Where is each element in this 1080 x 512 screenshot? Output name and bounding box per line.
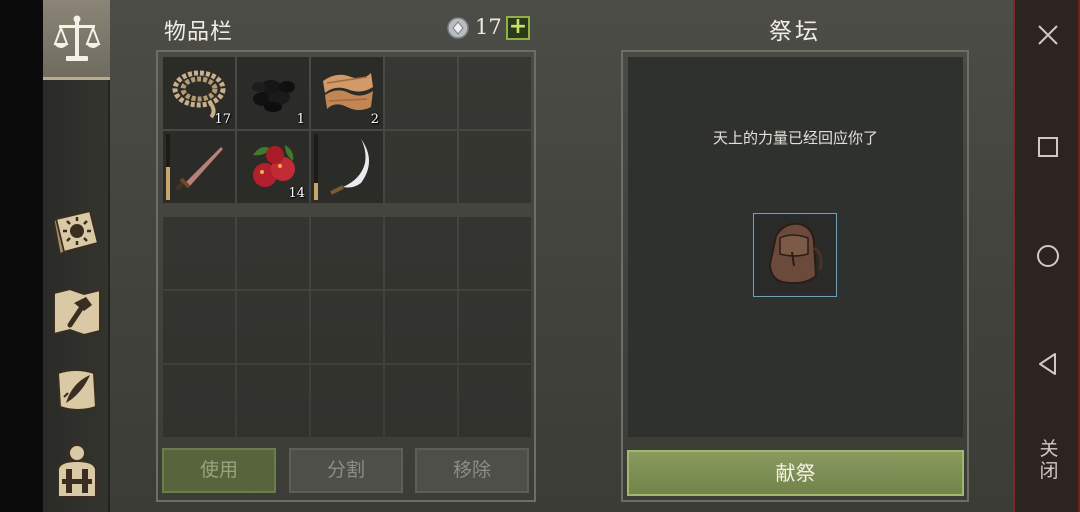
- inventory-slot-sickle[interactable]: [311, 131, 383, 203]
- inventory-grid: 17 1 2 14: [163, 57, 531, 437]
- inventory-slot-empty[interactable]: [459, 365, 531, 437]
- inventory-slot-empty[interactable]: [163, 365, 235, 437]
- back-icon[interactable]: [1035, 351, 1061, 377]
- item-quantity: 14: [288, 186, 305, 201]
- altar-title: 祭坛: [769, 19, 821, 45]
- split-button[interactable]: 分割: [289, 448, 403, 493]
- remove-button[interactable]: 移除: [415, 448, 529, 493]
- quill-scroll-icon[interactable]: [50, 363, 104, 417]
- backpack-icon: [768, 222, 823, 285]
- inventory-slot-empty[interactable]: [311, 217, 383, 289]
- inventory-slot-empty[interactable]: [237, 365, 309, 437]
- use-button[interactable]: 使用: [162, 448, 276, 493]
- inventory-slot-empty[interactable]: [385, 291, 457, 363]
- inventory-slot-empty[interactable]: [311, 291, 383, 363]
- cloth-icon: [323, 73, 373, 110]
- currency-count: 17: [475, 15, 502, 39]
- inventory-slot-empty[interactable]: [459, 217, 531, 289]
- add-currency-button[interactable]: +: [506, 16, 530, 40]
- inventory-slot-empty[interactable]: [385, 365, 457, 437]
- left-edge: [0, 0, 43, 512]
- item-quantity: 17: [214, 112, 231, 127]
- inventory-slot-cloth[interactable]: 2: [311, 57, 383, 129]
- inventory-slot-empty[interactable]: [459, 131, 531, 203]
- altar-offering-slot[interactable]: [753, 213, 837, 297]
- coal-icon: [252, 80, 295, 112]
- inventory-title: 物品栏: [164, 20, 234, 45]
- silver-coin-icon: [447, 17, 469, 39]
- inventory-slot-berries[interactable]: 14: [237, 131, 309, 203]
- item-quantity: 2: [370, 112, 379, 127]
- inventory-slot-empty[interactable]: [311, 365, 383, 437]
- scales-icon[interactable]: [50, 12, 104, 66]
- inventory-slot-empty[interactable]: [459, 291, 531, 363]
- inventory-slot-empty[interactable]: [237, 291, 309, 363]
- offer-button[interactable]: 献祭: [627, 450, 964, 496]
- home-icon[interactable]: [1035, 243, 1061, 269]
- inventory-slot-empty[interactable]: [385, 57, 457, 129]
- inventory-slot-empty[interactable]: [385, 217, 457, 289]
- close-icon[interactable]: [1035, 22, 1061, 48]
- altar-message: 天上的力量已经回应你了: [712, 129, 878, 147]
- inventory-slot-empty[interactable]: [459, 57, 531, 129]
- inventory-slot-empty[interactable]: [163, 217, 235, 289]
- inventory-slot-empty[interactable]: [237, 217, 309, 289]
- hammer-map-icon[interactable]: [50, 285, 104, 339]
- inventory-slot-dagger[interactable]: [163, 131, 235, 203]
- inventory-slot-rope[interactable]: 17: [163, 57, 235, 129]
- close-label[interactable]: 关闭: [1037, 438, 1061, 482]
- sun-book-icon[interactable]: [50, 205, 104, 259]
- game-screen: 物品栏 17 + 17 1 2 14 使用 分割 移除 祭坛 天上的力量已经回应…: [0, 0, 1080, 512]
- inventory-slot-empty[interactable]: [163, 291, 235, 363]
- sickle-icon: [330, 139, 369, 195]
- recent-apps-icon[interactable]: [1035, 134, 1061, 160]
- backpack-character-icon[interactable]: [50, 443, 104, 497]
- inventory-slot-coal[interactable]: 1: [237, 57, 309, 129]
- dagger-icon: [175, 147, 223, 191]
- item-quantity: 1: [296, 112, 305, 127]
- inventory-slot-empty[interactable]: [385, 131, 457, 203]
